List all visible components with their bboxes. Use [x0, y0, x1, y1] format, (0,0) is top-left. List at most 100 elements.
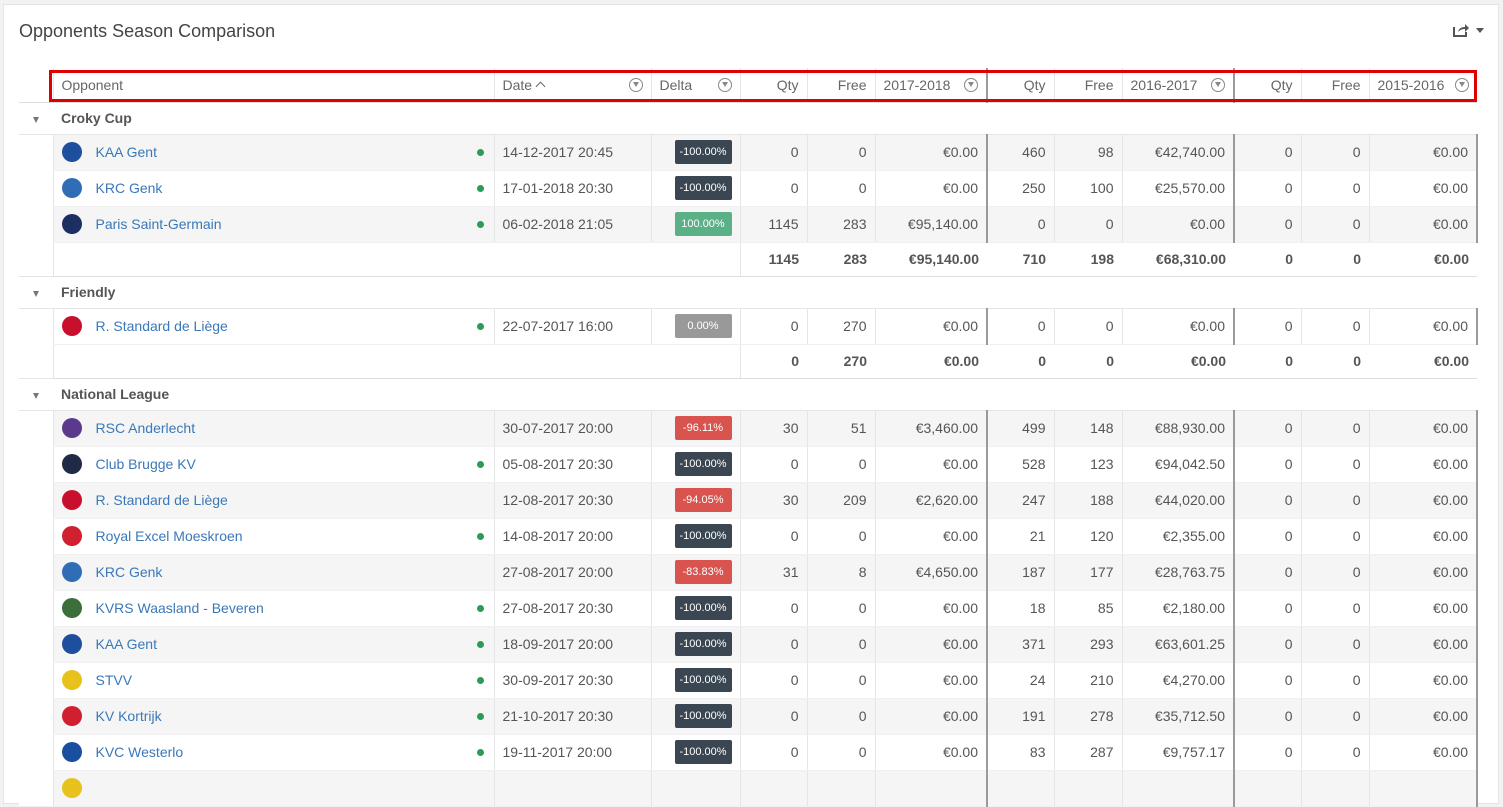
team-logo-icon: [61, 214, 82, 234]
sort-ascending-icon: [535, 81, 546, 92]
free-cell: 0: [806, 734, 875, 771]
qty-cell: [1233, 770, 1301, 807]
free-cell: 0: [1053, 206, 1122, 243]
qty-cell: 0: [986, 308, 1054, 345]
total-free: 270: [807, 343, 875, 379]
total-qty: 0: [739, 343, 807, 379]
header-free-2017-2018[interactable]: Free: [806, 68, 875, 103]
opponent-link[interactable]: RSC Anderlecht: [96, 420, 471, 436]
filter-icon[interactable]: [1455, 77, 1469, 92]
qty-cell: 0: [1233, 554, 1301, 591]
header-season-2016-2017[interactable]: 2016-2017: [1121, 68, 1234, 103]
header-qty-2017-2018[interactable]: Qty: [739, 68, 807, 103]
team-logo-icon: [61, 634, 82, 654]
free-cell: [806, 770, 875, 807]
free-cell: 177: [1053, 554, 1122, 591]
header-opponent-label: Opponent: [61, 76, 124, 93]
total-qty: 710: [987, 241, 1054, 277]
amount-cell: €0.00: [1368, 134, 1478, 171]
amount-cell: €0.00: [1368, 482, 1478, 519]
free-cell: 0: [1300, 410, 1369, 447]
total-qty: 0: [1234, 343, 1301, 379]
amount-cell: €4,650.00: [874, 554, 987, 591]
qty-cell: 0: [739, 446, 807, 483]
header-free-2015-2016[interactable]: Free: [1300, 68, 1369, 103]
opponent-cell: STVV: [52, 662, 494, 699]
qty-cell: [986, 770, 1054, 807]
amount-cell: €63,601.25: [1121, 626, 1234, 663]
amount-cell: €0.00: [874, 308, 987, 345]
filter-icon[interactable]: [717, 77, 732, 92]
date-cell: 06-02-2018 21:05: [493, 206, 651, 243]
opponent-link[interactable]: Paris Saint-Germain: [96, 216, 471, 232]
opponent-link[interactable]: KVC Westerlo: [96, 744, 471, 760]
free-cell: 0: [1300, 698, 1369, 735]
amount-cell: €0.00: [1368, 446, 1478, 483]
comparison-grid: Opponent Date Delta Qty Free 2017-2018 Q…: [19, 68, 1478, 807]
date-cell: 27-08-2017 20:30: [493, 590, 651, 627]
filter-icon[interactable]: [628, 77, 643, 92]
free-cell: 0: [1300, 134, 1369, 171]
status-dot-icon: [476, 322, 484, 330]
group-toggle[interactable]: [19, 275, 53, 309]
amount-cell: €44,020.00: [1121, 482, 1234, 519]
table-row: KAA Gent 18-09-2017 20:00 -100.00% 0 0 €…: [19, 626, 1478, 663]
group-toggle[interactable]: [19, 101, 53, 135]
group-row[interactable]: Friendly: [19, 275, 1477, 309]
header-date[interactable]: Date: [493, 68, 651, 103]
amount-cell: €95,140.00: [874, 206, 987, 243]
free-cell: 188: [1053, 482, 1122, 519]
free-cell: 0: [806, 170, 875, 207]
header-free-2016-2017[interactable]: Free: [1053, 68, 1122, 103]
group-toggle[interactable]: [19, 377, 53, 411]
opponent-link[interactable]: KVRS Waasland - Beveren: [96, 600, 471, 616]
opponent-link[interactable]: KV Kortrijk: [96, 708, 471, 724]
header-season-2017-2018[interactable]: 2017-2018: [874, 68, 987, 103]
header-opponent[interactable]: Opponent: [52, 68, 494, 103]
group-total-row: 0 270 €0.00 0 0 €0.00 0 0 €0.00: [19, 343, 1477, 379]
opponent-link[interactable]: KAA Gent: [96, 636, 471, 652]
date-cell: 19-11-2017 20:00: [493, 734, 651, 771]
date-cell: 17-01-2018 20:30: [493, 170, 651, 207]
opponent-cell: Royal Excel Moeskroen: [52, 518, 494, 555]
amount-cell: €94,042.50: [1121, 446, 1234, 483]
delta-badge: -96.11%: [674, 416, 732, 440]
group-row[interactable]: Croky Cup: [19, 101, 1477, 135]
team-logo-icon: [61, 454, 82, 474]
table-row: RSC Anderlecht 30-07-2017 20:00 -96.11% …: [19, 410, 1478, 447]
opponent-link[interactable]: KRC Genk: [96, 564, 471, 580]
amount-cell: €0.00: [874, 698, 987, 735]
table-row: KAA Gent 14-12-2017 20:45 -100.00% 0 0 €…: [19, 134, 1478, 171]
free-cell: 123: [1053, 446, 1122, 483]
team-logo-icon: [61, 778, 82, 798]
delta-cell: -100.00%: [650, 170, 740, 207]
export-menu-button[interactable]: [1452, 22, 1484, 38]
filter-icon[interactable]: [964, 77, 978, 92]
filter-icon[interactable]: [1211, 77, 1225, 92]
opponent-link[interactable]: KRC Genk: [96, 180, 471, 196]
opponent-link[interactable]: R. Standard de Liège: [96, 318, 471, 334]
total-amount: €0.00: [1369, 241, 1477, 277]
opponent-link[interactable]: KAA Gent: [96, 144, 471, 160]
table-row: Royal Excel Moeskroen 14-08-2017 20:00 -…: [19, 518, 1478, 555]
header-delta[interactable]: Delta: [650, 68, 740, 103]
opponent-link[interactable]: Royal Excel Moeskroen: [96, 528, 471, 544]
header-qty-2016-2017[interactable]: Qty: [986, 68, 1054, 103]
opponent-link[interactable]: Club Brugge KV: [96, 456, 471, 472]
amount-cell: €2,620.00: [874, 482, 987, 519]
table-row: KRC Genk 17-01-2018 20:30 -100.00% 0 0 €…: [19, 170, 1478, 207]
qty-cell: 30: [739, 482, 807, 519]
date-cell: 12-08-2017 20:30: [493, 482, 651, 519]
free-cell: 0: [1300, 626, 1369, 663]
group-row[interactable]: National League: [19, 377, 1477, 411]
header-qty-2015-2016[interactable]: Qty: [1233, 68, 1301, 103]
table-row: Club Brugge KV 05-08-2017 20:30 -100.00%…: [19, 446, 1478, 483]
opponent-link[interactable]: STVV: [96, 672, 471, 688]
header-season-2015-2016[interactable]: 2015-2016: [1368, 68, 1477, 103]
qty-cell: 0: [1233, 590, 1301, 627]
date-cell: 22-07-2017 16:00: [493, 308, 651, 345]
grid-header: Opponent Date Delta Qty Free 2017-2018 Q…: [19, 68, 1477, 103]
header-season-label: 2017-2018: [883, 76, 951, 93]
delta-badge: -100.00%: [674, 704, 732, 728]
opponent-link[interactable]: R. Standard de Liège: [96, 492, 471, 508]
